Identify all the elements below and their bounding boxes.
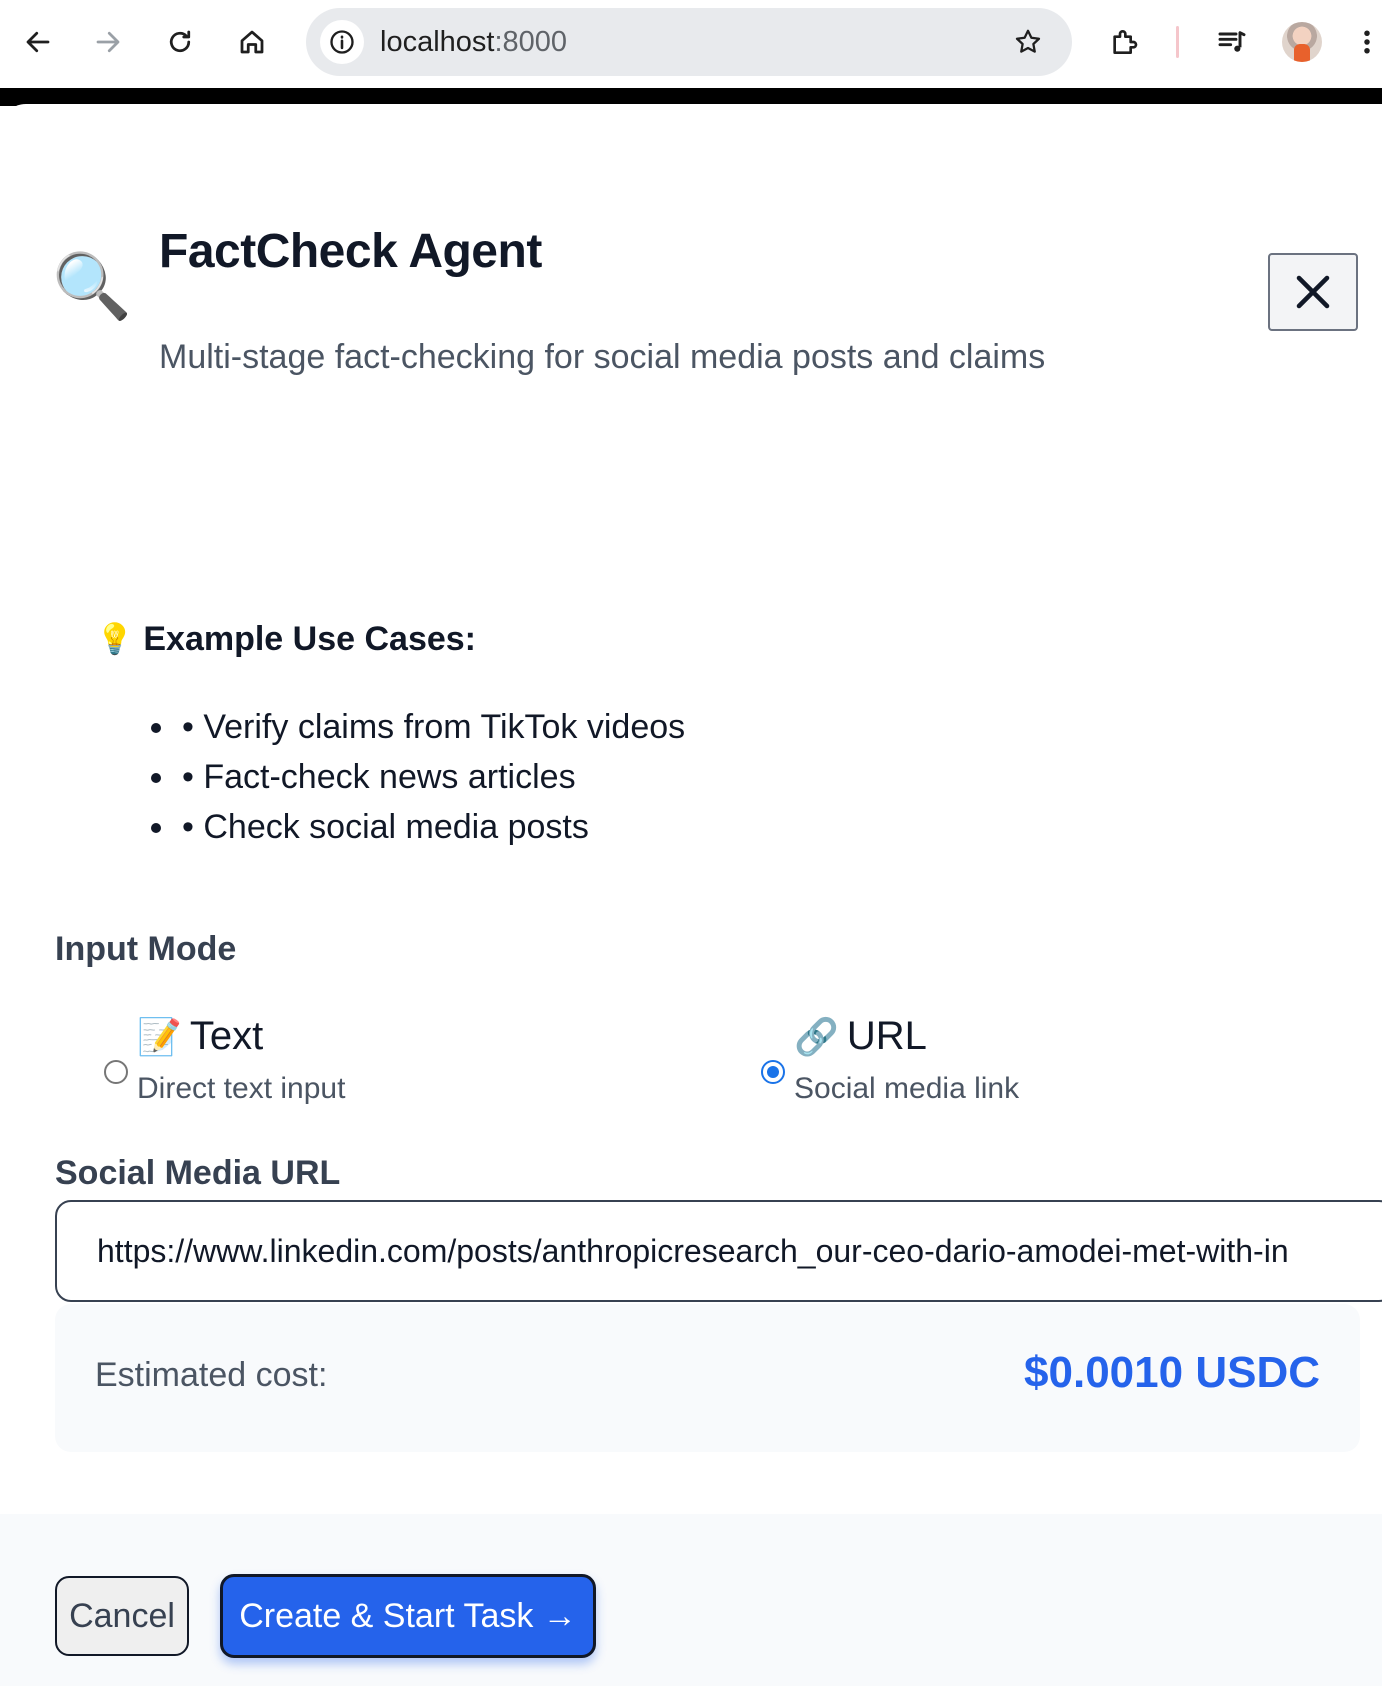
modal-subtitle: Multi-stage fact-checking for social med… [159,338,1046,376]
cost-label: Estimated cost: [95,1356,328,1394]
url-text[interactable]: localhost:8000 [380,8,567,76]
examples-list: • Verify claims from TikTok videos • Fac… [138,702,685,852]
examples-heading-text: Example Use Cases: [143,620,476,658]
link-icon: 🔗 [794,1015,839,1057]
mode-title-url: 🔗 URL [794,1014,927,1059]
memo-icon: 📝 [137,1015,182,1057]
radio-text[interactable] [104,1060,128,1084]
mode-title-label: URL [846,1014,927,1058]
back-icon[interactable] [16,20,60,64]
mode-description: Social media link [794,1072,1020,1105]
modal-title: FactCheck Agent [159,225,542,278]
list-item: • Check social media posts [178,802,685,852]
list-item: • Fact-check news articles [178,752,685,802]
mode-title-text: 📝 Text [137,1014,263,1059]
cost-summary: Estimated cost: $0.0010 USDC [55,1304,1360,1452]
close-icon [1296,275,1330,309]
modal-footer: Cancel Create & Start Task → [0,1514,1382,1686]
toolbar-divider [1176,26,1179,58]
home-icon[interactable] [230,20,274,64]
bookmark-star-icon[interactable] [1006,20,1050,64]
mode-option-text[interactable]: 📝 Text Direct text input [104,1014,604,1124]
create-start-task-button[interactable]: Create & Start Task → [220,1574,596,1658]
address-bar[interactable]: localhost:8000 [306,8,1072,76]
forward-icon[interactable] [86,20,130,64]
social-media-url-input[interactable] [55,1200,1382,1302]
mode-title-label: Text [189,1014,264,1058]
input-mode-label: Input Mode [55,930,237,968]
lightbulb-icon: 💡 [96,623,134,656]
list-item: • Verify claims from TikTok videos [178,702,685,752]
examples-heading: 💡 Example Use Cases: [96,620,476,659]
mode-option-url[interactable]: 🔗 URL Social media link [761,1014,1261,1124]
cancel-button[interactable]: Cancel [55,1576,189,1656]
radio-url[interactable] [761,1060,785,1084]
reload-icon[interactable] [158,20,202,64]
more-menu-icon[interactable] [1352,20,1382,64]
site-info-icon[interactable] [320,20,364,64]
media-controls-icon[interactable] [1210,20,1254,64]
url-host: localhost [380,26,495,58]
url-field-label: Social Media URL [55,1154,341,1192]
mode-description: Direct text input [137,1072,346,1105]
close-button[interactable] [1268,253,1358,331]
profile-avatar[interactable] [1282,22,1322,62]
browser-toolbar: localhost:8000 [0,0,1382,89]
magnifier-icon: 🔍 [52,250,132,322]
extensions-icon[interactable] [1102,20,1146,64]
cost-value: $0.0010 USDC [1024,1348,1320,1397]
url-port: :8000 [494,26,568,58]
